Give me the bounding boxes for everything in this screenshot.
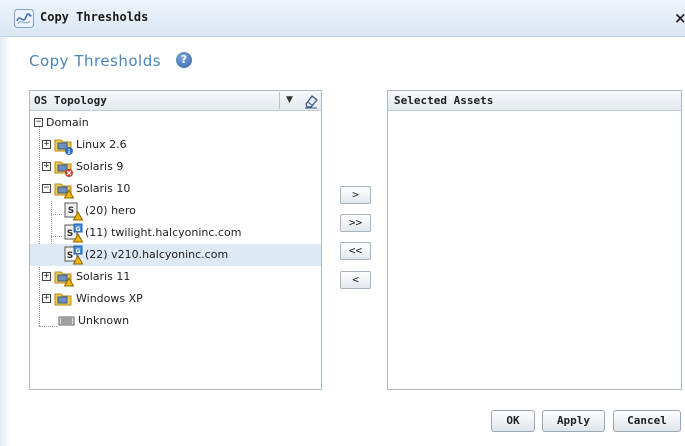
apply-button[interactable]: Apply [542, 410, 605, 432]
tree-node-label: Unknown [78, 314, 130, 327]
expand-icon[interactable]: + [42, 294, 51, 303]
tree-node-label: Linux 2.6 [76, 138, 127, 151]
folder-error-icon [54, 161, 73, 177]
os-topology-header: OS Topology ▼ [30, 91, 321, 111]
add-all-button[interactable]: >> [340, 214, 371, 232]
expand-icon[interactable]: + [42, 272, 51, 281]
tree-node-domain[interactable]: − Domain [30, 112, 321, 134]
tree-node-label: Windows XP [76, 292, 143, 305]
selected-assets-header: Selected Assets [388, 91, 681, 111]
server-global-warning-icon: S G [64, 223, 83, 243]
os-topology-title: OS Topology [34, 94, 107, 107]
tree-node-solaris-10[interactable]: − Solaris 10 [30, 178, 321, 200]
help-icon[interactable]: ? [176, 52, 192, 68]
tree-node-label: Solaris 11 [76, 270, 131, 283]
tree-node-windows-xp[interactable]: + Windows XP [30, 288, 321, 310]
tree-node-label: Solaris 10 [76, 182, 131, 195]
collapse-icon[interactable]: − [34, 118, 43, 127]
eraser-icon[interactable] [303, 93, 319, 109]
add-selected-button[interactable]: > [340, 186, 371, 204]
tree-node-v210[interactable]: S G (22) v210.halcyoninc.com [30, 244, 321, 266]
tree-node-label: Solaris 9 [76, 160, 124, 173]
svg-text:G: G [76, 226, 81, 233]
tree-node-label: (22) v210.halcyoninc.com [85, 248, 229, 261]
dialog-titlebar: Copy Thresholds × [0, 0, 685, 37]
svg-text:G: G [76, 248, 81, 255]
svg-text:i: i [68, 149, 70, 155]
os-topology-panel: OS Topology ▼ − Domain + i Linux 2.6 + S… [29, 90, 322, 390]
dialog-title: Copy Thresholds [40, 10, 149, 24]
unknown-device-icon [58, 316, 75, 326]
ok-button[interactable]: OK [491, 410, 535, 432]
selected-assets-panel[interactable]: Selected Assets [387, 90, 682, 390]
folder-warning-icon [54, 271, 74, 287]
svg-text:S: S [67, 251, 73, 261]
selected-assets-title: Selected Assets [394, 94, 494, 107]
folder-info-icon: i [54, 139, 73, 155]
tree-node-unknown[interactable]: Unknown [30, 310, 321, 332]
expand-icon[interactable]: + [42, 140, 51, 149]
cancel-button[interactable]: Cancel [613, 410, 681, 432]
folder-icon [54, 293, 72, 306]
server-global-warning-icon: S G [64, 245, 83, 265]
expand-icon[interactable]: + [42, 162, 51, 171]
remove-selected-button[interactable]: < [340, 271, 371, 289]
tree-node-solaris-9[interactable]: + Solaris 9 [30, 156, 321, 178]
collapse-icon[interactable]: − [42, 184, 51, 193]
page-title: Copy Thresholds [29, 52, 162, 70]
close-icon[interactable]: × [674, 9, 685, 27]
remove-all-button[interactable]: << [340, 242, 371, 260]
svg-text:S: S [68, 206, 74, 216]
tree-node-hero[interactable]: S (20) hero [30, 200, 321, 222]
tree-node-linux-2-6[interactable]: + i Linux 2.6 [30, 134, 321, 156]
left-edge-accent [0, 37, 10, 446]
tree-node-label: (11) twilight.halcyoninc.com [85, 226, 242, 239]
tree-node-label: Domain [46, 116, 89, 129]
app-logo-icon [14, 9, 34, 28]
tree-node-twilight[interactable]: S G (11) twilight.halcyoninc.com [30, 222, 321, 244]
svg-text:S: S [67, 229, 73, 239]
server-warning-icon: S [64, 202, 83, 221]
tree-node-solaris-11[interactable]: + Solaris 11 [30, 266, 321, 288]
tree-node-label: (20) hero [85, 204, 136, 217]
chevron-down-icon[interactable]: ▼ [279, 92, 299, 109]
folder-warning-icon [54, 183, 74, 199]
